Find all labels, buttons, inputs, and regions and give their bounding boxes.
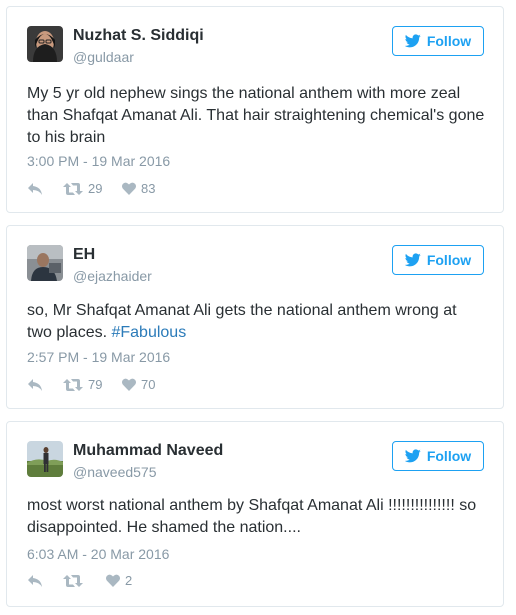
like-count: 2 xyxy=(125,573,133,588)
hashtag-link[interactable]: #Fabulous xyxy=(111,324,186,341)
like-count: 70 xyxy=(141,377,156,392)
avatar[interactable] xyxy=(27,245,63,281)
tweet-text: My 5 yr old nephew sings the national an… xyxy=(27,85,485,146)
retweet-icon xyxy=(63,182,83,196)
timestamp[interactable]: 3:00 PM - 19 Mar 2016 xyxy=(27,153,170,169)
avatar[interactable] xyxy=(27,26,63,62)
retweet-button[interactable]: 79 xyxy=(63,377,122,392)
tweet-actions: 2 xyxy=(27,573,132,588)
heart-icon xyxy=(122,378,136,391)
follow-button[interactable]: Follow xyxy=(392,26,484,56)
retweet-button[interactable] xyxy=(63,574,106,588)
follow-label: Follow xyxy=(426,252,472,268)
retweet-button[interactable]: 29 xyxy=(63,181,122,196)
user-handle[interactable]: @guldaar xyxy=(73,49,134,65)
twitter-bird-icon xyxy=(404,449,421,463)
tweet-body: so, Mr Shafqat Amanat Ali gets the natio… xyxy=(27,302,457,341)
retweet-icon xyxy=(63,574,83,588)
tweet-card: EH @ejazhaider Follow so, Mr Shafqat Ama… xyxy=(6,225,504,409)
tweet-text: most worst national anthem by Shafqat Am… xyxy=(27,497,477,536)
display-name[interactable]: Nuzhat S. Siddiqi xyxy=(73,27,204,45)
like-button[interactable]: 70 xyxy=(122,377,155,392)
display-name[interactable]: EH xyxy=(73,246,95,264)
timestamp[interactable]: 2:57 PM - 19 Mar 2016 xyxy=(27,349,170,365)
retweet-count: 29 xyxy=(88,181,103,196)
tweet-card: Nuzhat S. Siddiqi @guldaar Follow My 5 y… xyxy=(6,6,504,213)
reply-button[interactable] xyxy=(27,378,63,392)
retweet-count: 79 xyxy=(88,377,103,392)
reply-icon xyxy=(27,182,43,196)
avatar[interactable] xyxy=(27,441,63,477)
follow-label: Follow xyxy=(426,448,472,464)
follow-button[interactable]: Follow xyxy=(392,441,484,471)
tweet-actions: 79 70 xyxy=(27,377,155,392)
heart-icon xyxy=(122,182,136,195)
reply-button[interactable] xyxy=(27,574,63,588)
display-name[interactable]: Muhammad Naveed xyxy=(73,442,223,460)
like-button[interactable]: 2 xyxy=(106,573,132,588)
tweet-text: so, Mr Shafqat Amanat Ali gets the natio… xyxy=(27,300,485,344)
retweet-icon xyxy=(63,378,83,392)
twitter-bird-icon xyxy=(404,253,421,267)
twitter-bird-icon xyxy=(404,34,421,48)
user-handle[interactable]: @naveed575 xyxy=(73,464,157,480)
user-handle[interactable]: @ejazhaider xyxy=(73,268,152,284)
follow-button[interactable]: Follow xyxy=(392,245,484,275)
tweet-actions: 29 83 xyxy=(27,181,155,196)
timestamp[interactable]: 6:03 AM - 20 Mar 2016 xyxy=(27,546,169,562)
reply-button[interactable] xyxy=(27,182,63,196)
like-button[interactable]: 83 xyxy=(122,181,155,196)
heart-icon xyxy=(106,574,120,587)
like-count: 83 xyxy=(141,181,156,196)
tweet-card: Muhammad Naveed @naveed575 Follow most w… xyxy=(6,421,504,607)
reply-icon xyxy=(27,574,43,588)
follow-label: Follow xyxy=(426,33,472,49)
reply-icon xyxy=(27,378,43,392)
